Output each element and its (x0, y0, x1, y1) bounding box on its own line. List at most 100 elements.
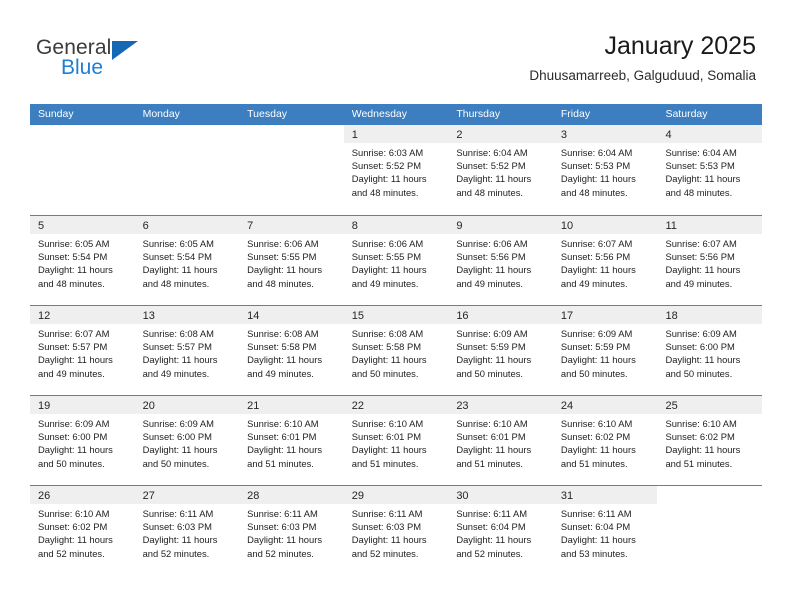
day-detail-line: Daylight: 11 hours (38, 264, 113, 276)
calendar-day-cell[interactable]: 12 Sunrise: 6:07 AM Sunset: 5:57 PM Dayligh… (30, 306, 135, 395)
day-detail-line: Sunset: 6:03 PM (142, 521, 212, 533)
calendar-day-cell[interactable]: 31 Sunrise: 6:11 AM Sunset: 6:04 PM Dayligh… (552, 486, 658, 575)
day-details: Sunrise: 6:11 AM Sunset: 6:03 PM Daylight:… (135, 504, 240, 560)
day-detail-line: Daylight: 11 hours (560, 354, 636, 366)
calendar-day-cell[interactable]: 14 Sunrise: 6:08 AM Sunset: 5:58 PM Dayligh… (239, 306, 344, 395)
day-details: Sunrise: 6:07 AM Sunset: 5:56 PM Daylight:… (553, 234, 658, 290)
day-detail-line: Sunset: 6:00 PM (142, 431, 212, 443)
calendar-day-cell[interactable]: 24 Sunrise: 6:10 AM Sunset: 6:02 PM Dayligh… (552, 396, 658, 485)
day-detail-line: Sunset: 5:53 PM (560, 160, 631, 172)
calendar-day-cell[interactable]: 22 Sunrise: 6:10 AM Sunset: 6:01 PM Dayligh… (343, 396, 449, 485)
day-detail-line: and 48 minutes. (665, 186, 733, 198)
day-details: Sunrise: 6:07 AM Sunset: 5:57 PM Daylight:… (30, 324, 135, 380)
day-details: Sunrise: 6:10 AM Sunset: 6:02 PM Daylight:… (657, 414, 762, 470)
day-details: Sunrise: 6:08 AM Sunset: 5:58 PM Daylight:… (344, 324, 449, 380)
day-number-band: 2 (448, 125, 553, 143)
calendar-weeks: 1 Sunrise: 6:03 AM Sunset: 5:52 PM Daylight… (30, 125, 763, 575)
day-detail-line: Sunrise: 6:09 AM (456, 328, 528, 339)
calendar-day-cell[interactable]: 25 Sunrise: 6:10 AM Sunset: 6:02 PM Dayligh… (657, 396, 763, 485)
day-detail-line: Daylight: 11 hours (456, 534, 532, 546)
day-number-band: 13 (134, 306, 240, 324)
day-details: Sunrise: 6:10 AM Sunset: 6:01 PM Daylight:… (239, 414, 344, 470)
calendar-day-cell[interactable]: 11 Sunrise: 6:07 AM Sunset: 5:56 PM Dayligh… (657, 216, 763, 305)
calendar-day-cell[interactable]: 2 Sunrise: 6:04 AM Sunset: 5:52 PM Daylight… (448, 125, 553, 215)
day-detail-line: Daylight: 11 hours (247, 534, 323, 546)
day-number-band: 27 (134, 486, 240, 504)
calendar-day-cell[interactable]: 30 Sunrise: 6:11 AM Sunset: 6:04 PM Dayligh… (448, 486, 553, 575)
day-number: 12 (38, 310, 51, 322)
day-detail-line: and 51 minutes. (456, 457, 524, 469)
calendar-day-cell[interactable]: 26 Sunrise: 6:10 AM Sunset: 6:02 PM Dayligh… (30, 486, 135, 575)
day-number-band: 20 (134, 396, 240, 414)
day-detail-line: and 48 minutes. (456, 186, 524, 198)
day-number: 16 (456, 310, 469, 322)
day-number-band: 9 (448, 216, 553, 234)
day-detail-line: Sunset: 6:02 PM (38, 521, 108, 533)
day-number: 2 (456, 129, 463, 141)
day-detail-line: Sunrise: 6:08 AM (351, 328, 424, 339)
day-number-band: 29 (343, 486, 449, 504)
day-details: Sunrise: 6:09 AM Sunset: 6:00 PM Daylight:… (657, 324, 762, 380)
day-details: Sunrise: 6:08 AM Sunset: 5:58 PM Daylight:… (239, 324, 344, 380)
day-detail-line: Sunrise: 6:10 AM (665, 418, 737, 429)
day-detail-line: Daylight: 11 hours (142, 444, 218, 456)
day-detail-line: and 52 minutes. (247, 547, 314, 559)
day-details: Sunrise: 6:09 AM Sunset: 6:00 PM Daylight:… (30, 414, 135, 470)
calendar-day-cell[interactable]: 16 Sunrise: 6:09 AM Sunset: 5:59 PM Dayligh… (448, 306, 553, 395)
calendar-day-cell[interactable]: 9 Sunrise: 6:06 AM Sunset: 5:56 PM Daylight… (448, 216, 553, 305)
calendar-day-cell[interactable]: 4 Sunrise: 6:04 AM Sunset: 5:53 PM Daylight… (657, 125, 763, 215)
calendar-day-cell[interactable]: 7 Sunrise: 6:06 AM Sunset: 5:55 PM Daylight… (239, 216, 344, 305)
brand-logo[interactable]: General Blue (36, 36, 216, 84)
day-detail-line: Sunset: 5:58 PM (351, 341, 422, 353)
calendar-empty-cell (135, 125, 240, 215)
day-detail-line: Daylight: 11 hours (456, 173, 532, 185)
day-details (239, 143, 344, 146)
calendar-day-cell[interactable]: 17 Sunrise: 6:09 AM Sunset: 5:59 PM Dayligh… (552, 306, 658, 395)
day-detail-line: Sunrise: 6:07 AM (665, 238, 737, 249)
day-detail-line: and 51 minutes. (247, 457, 314, 469)
day-number-band: 3 (552, 125, 658, 143)
day-number: 18 (665, 310, 678, 322)
calendar-day-cell[interactable]: 23 Sunrise: 6:10 AM Sunset: 6:01 PM Dayligh… (448, 396, 553, 485)
day-number: 22 (351, 400, 364, 412)
day-details: Sunrise: 6:09 AM Sunset: 5:59 PM Daylight:… (448, 324, 553, 380)
day-details: Sunrise: 6:06 AM Sunset: 5:55 PM Daylight:… (239, 234, 344, 290)
day-details (30, 143, 135, 146)
calendar-day-cell[interactable]: 27 Sunrise: 6:11 AM Sunset: 6:03 PM Dayligh… (134, 486, 240, 575)
calendar-day-cell[interactable]: 1 Sunrise: 6:03 AM Sunset: 5:52 PM Daylight… (343, 125, 449, 215)
day-detail-line: Daylight: 11 hours (560, 444, 636, 456)
day-detail-line: and 49 minutes. (351, 277, 419, 289)
day-number: 1 (351, 129, 358, 141)
calendar-day-cell[interactable]: 29 Sunrise: 6:11 AM Sunset: 6:03 PM Dayligh… (343, 486, 449, 575)
day-detail-line: Sunset: 5:52 PM (351, 160, 422, 172)
day-number: 30 (456, 490, 469, 502)
calendar-day-cell[interactable]: 6 Sunrise: 6:05 AM Sunset: 5:54 PM Daylight… (134, 216, 240, 305)
day-detail-line: and 49 minutes. (456, 277, 524, 289)
calendar-day-cell[interactable]: 19 Sunrise: 6:09 AM Sunset: 6:00 PM Dayligh… (30, 396, 135, 485)
day-number-band: 19 (30, 396, 135, 414)
day-detail-line: Sunrise: 6:09 AM (38, 418, 110, 429)
day-detail-line: and 51 minutes. (351, 457, 419, 469)
calendar-day-cell[interactable]: 10 Sunrise: 6:07 AM Sunset: 5:56 PM Dayligh… (552, 216, 658, 305)
day-number: 31 (560, 490, 574, 502)
day-detail-line: Sunset: 6:02 PM (665, 431, 735, 443)
day-detail-line: Sunrise: 6:10 AM (560, 418, 633, 429)
calendar-day-cell[interactable]: 3 Sunrise: 6:04 AM Sunset: 5:53 PM Daylight… (552, 125, 658, 215)
day-number-band: 4 (657, 125, 763, 143)
day-number: 13 (142, 310, 155, 322)
calendar-empty-cell (239, 125, 344, 215)
day-number: 3 (560, 129, 568, 141)
calendar-day-cell[interactable]: 5 Sunrise: 6:05 AM Sunset: 5:54 PM Daylight… (30, 216, 135, 305)
day-details: Sunrise: 6:03 AM Sunset: 5:52 PM Daylight:… (344, 143, 449, 199)
day-detail-line: Sunrise: 6:10 AM (351, 418, 424, 429)
calendar-day-cell[interactable]: 20 Sunrise: 6:09 AM Sunset: 6:00 PM Dayligh… (134, 396, 240, 485)
calendar-day-cell[interactable]: 28 Sunrise: 6:11 AM Sunset: 6:03 PM Dayligh… (239, 486, 344, 575)
day-detail-line: Daylight: 11 hours (351, 444, 427, 456)
day-number-band: 24 (552, 396, 658, 414)
day-detail-line: Daylight: 11 hours (456, 444, 532, 456)
calendar-day-cell[interactable]: 15 Sunrise: 6:08 AM Sunset: 5:58 PM Dayligh… (343, 306, 449, 395)
calendar-day-cell[interactable]: 21 Sunrise: 6:10 AM Sunset: 6:01 PM Dayligh… (239, 396, 344, 485)
calendar-day-cell[interactable]: 18 Sunrise: 6:09 AM Sunset: 6:00 PM Dayligh… (657, 306, 763, 395)
calendar-day-cell[interactable]: 8 Sunrise: 6:06 AM Sunset: 5:55 PM Daylight… (343, 216, 449, 305)
calendar-day-cell[interactable]: 13 Sunrise: 6:08 AM Sunset: 5:57 PM Dayligh… (134, 306, 240, 395)
